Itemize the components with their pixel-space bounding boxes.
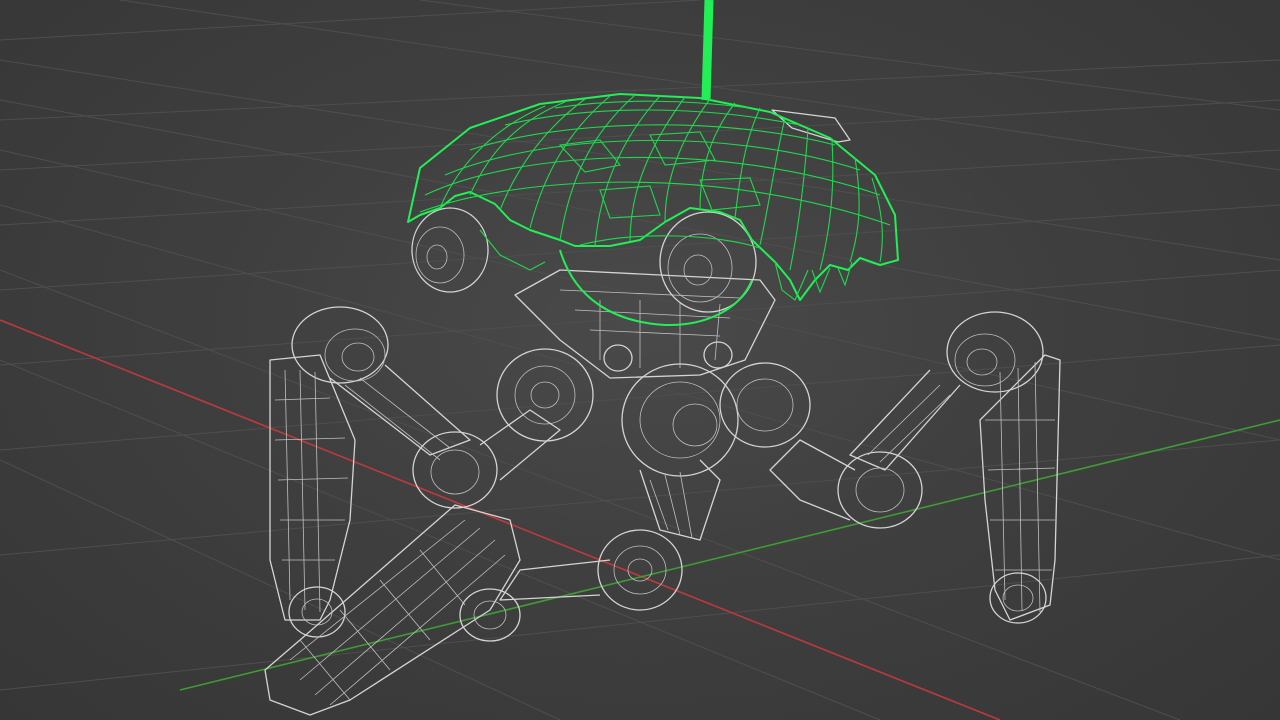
selected-dome-head[interactable] <box>407 93 899 327</box>
dome-latitude-lines <box>419 100 891 249</box>
viewport-canvas[interactable] <box>0 0 1280 720</box>
dome-panel-seams <box>558 131 761 219</box>
z-axis-line <box>701 0 714 101</box>
left-leg <box>269 306 561 638</box>
dome-lower-fins <box>479 229 853 301</box>
right-leg <box>769 311 1061 624</box>
hub-panel <box>559 289 741 368</box>
y-axis-line <box>179 419 1280 691</box>
robot-body-wireframe[interactable] <box>264 109 1061 716</box>
center-joint-cluster <box>496 341 811 477</box>
3d-viewport[interactable] <box>0 0 1280 720</box>
